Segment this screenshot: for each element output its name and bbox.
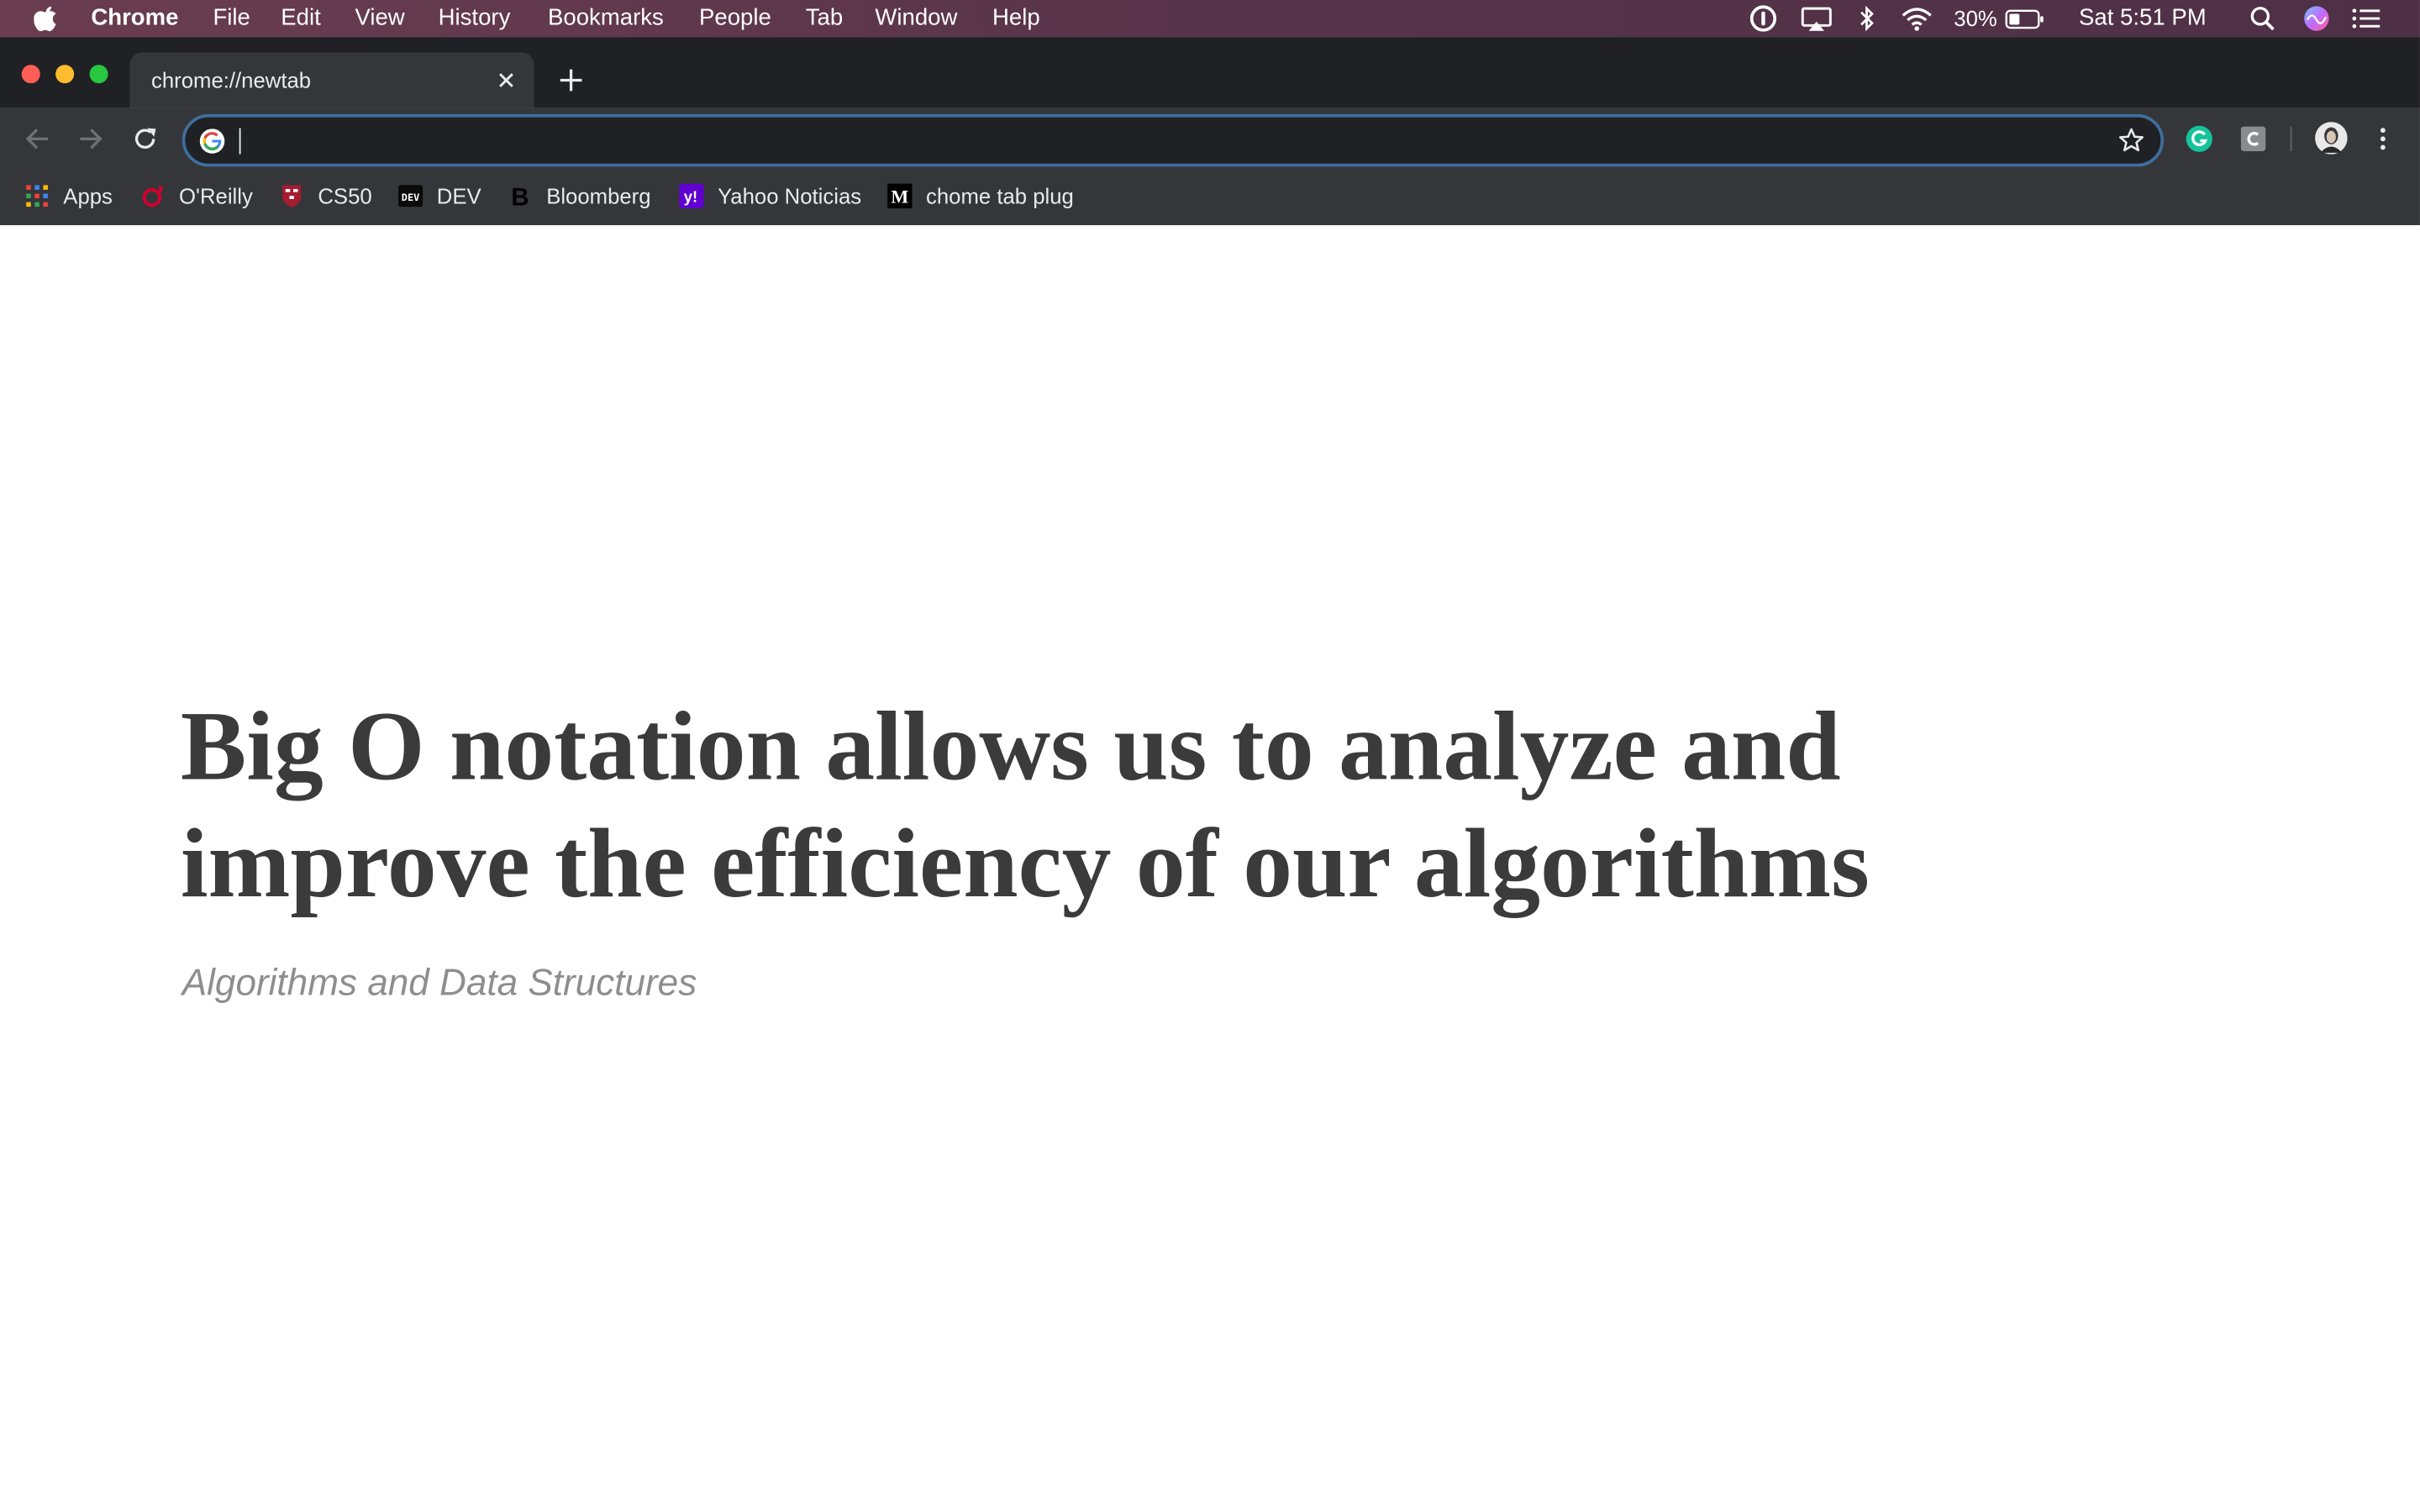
- forward-arrow-icon[interactable]: [77, 125, 105, 153]
- medium-icon: M: [887, 183, 913, 208]
- page-content: Big O notation allows us to analyze and …: [0, 225, 2420, 1512]
- bookmark-cs50[interactable]: CS50: [279, 181, 372, 212]
- harvard-icon: [282, 185, 302, 208]
- menu-history[interactable]: History: [439, 5, 511, 33]
- menu-people[interactable]: People: [699, 5, 771, 33]
- wifi-icon[interactable]: [1900, 5, 1933, 33]
- svg-text:DEV: DEV: [402, 192, 420, 203]
- bookmark-label: chome tab plug: [926, 183, 1074, 208]
- toolbar-divider: [2290, 126, 2292, 151]
- new-tab-plus-icon[interactable]: [557, 66, 585, 94]
- bookmark-label: DEV: [436, 183, 481, 208]
- window-minimize-button[interactable]: [55, 65, 75, 84]
- address-bar[interactable]: [182, 113, 2165, 167]
- menu-help[interactable]: Help: [992, 5, 1040, 33]
- menu-tab[interactable]: Tab: [806, 5, 843, 33]
- text-caret: [239, 128, 241, 155]
- oreilly-icon: [142, 186, 163, 207]
- spotlight-icon[interactable]: [2249, 5, 2276, 33]
- battery-icon[interactable]: [2005, 5, 2045, 33]
- screen: Chrome File Edit View History Bookmarks …: [0, 0, 2420, 1512]
- reload-icon[interactable]: [131, 125, 159, 153]
- back-arrow-icon[interactable]: [24, 125, 51, 153]
- bookmark-dev[interactable]: DEV DEV: [397, 181, 481, 212]
- airplay-icon[interactable]: [1800, 5, 1833, 33]
- tab-newtab[interactable]: chrome://newtab: [129, 52, 534, 108]
- page-subtitle: Algorithms and Data Structures: [182, 963, 697, 1005]
- window-zoom-button[interactable]: [89, 65, 108, 84]
- google-g-icon: [199, 129, 225, 154]
- bookmark-apps[interactable]: Apps: [24, 181, 113, 212]
- svg-text:M: M: [891, 186, 908, 207]
- bluetooth-icon[interactable]: [1857, 5, 1879, 33]
- bookmark-label: O'Reilly: [179, 183, 253, 208]
- bookmark-label: Bloomberg: [546, 183, 651, 208]
- notification-center-icon[interactable]: [2350, 5, 2381, 33]
- tab-close-icon[interactable]: [494, 68, 518, 92]
- menu-edit[interactable]: Edit: [281, 5, 320, 33]
- tab-title: chrome://newtab: [150, 67, 312, 93]
- bookmark-star-icon[interactable]: [2118, 127, 2145, 155]
- chrome-menu-icon[interactable]: [2369, 125, 2396, 153]
- yahoo-icon: y!: [679, 183, 704, 208]
- bookmark-oreilly[interactable]: O'Reilly: [140, 181, 253, 212]
- svg-text:y!: y!: [684, 188, 697, 206]
- bookmark-yahoo-noticias[interactable]: y! Yahoo Noticias: [679, 181, 861, 212]
- siri-icon[interactable]: [2302, 5, 2330, 33]
- page-headline: Big O notation allows us to analyze and …: [180, 690, 1870, 918]
- menu-file[interactable]: File: [213, 5, 250, 33]
- browser-toolbar: [0, 108, 2420, 171]
- bookmark-label: CS50: [318, 183, 372, 208]
- bookmark-chome-tab-plug[interactable]: M chome tab plug: [887, 181, 1074, 212]
- profile-avatar-icon[interactable]: [2315, 122, 2348, 155]
- menu-app-chrome[interactable]: Chrome: [91, 5, 178, 33]
- dev-icon: DEV: [397, 185, 424, 207]
- tab-strip: chrome://newtab: [0, 37, 2420, 108]
- apps-grid-icon: [26, 185, 48, 207]
- bookmarks-bar: Apps O'Reilly CS50 DEV DEV B Bloomberg y…: [0, 170, 2420, 226]
- battery-percent: 30%: [1954, 6, 1997, 31]
- bookmark-bloomberg[interactable]: B Bloomberg: [508, 181, 651, 212]
- grammarly-icon[interactable]: [2186, 125, 2213, 153]
- c-extension-icon[interactable]: [2239, 125, 2267, 153]
- menu-bookmarks[interactable]: Bookmarks: [548, 5, 664, 33]
- bloomberg-icon: B: [508, 183, 533, 208]
- bookmark-label: Yahoo Noticias: [718, 183, 862, 208]
- menu-view[interactable]: View: [355, 5, 404, 33]
- bookmark-label: Apps: [63, 183, 113, 208]
- menu-bar: Chrome File Edit View History Bookmarks …: [0, 0, 2420, 38]
- 1password-icon[interactable]: [1749, 5, 1778, 33]
- svg-text:B: B: [511, 184, 529, 208]
- menu-window[interactable]: Window: [875, 5, 957, 33]
- clock[interactable]: Sat 5:51 PM: [2079, 5, 2207, 33]
- address-input[interactable]: [237, 123, 2096, 161]
- window-close-button[interactable]: [21, 65, 40, 84]
- apple-menu-icon[interactable]: [34, 5, 58, 33]
